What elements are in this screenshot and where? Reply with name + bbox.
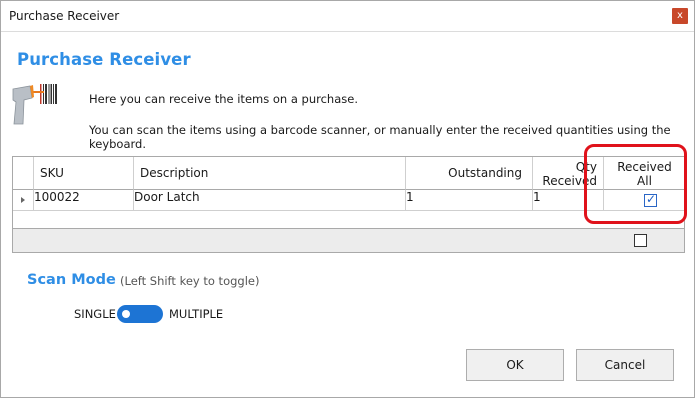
highlight-annotation (584, 144, 687, 224)
row-indicator-header (13, 157, 34, 190)
close-button[interactable]: x (672, 8, 688, 24)
page-title: Purchase Receiver (17, 50, 191, 69)
scan-mode-multiple-label: MULTIPLE (169, 307, 224, 321)
cell-sku[interactable]: 100022 (34, 190, 134, 211)
scan-mode-hint: (Left Shift key to toggle) (120, 274, 260, 288)
purchase-receiver-window: Purchase Receiver x Purchase Receiver He… (0, 0, 695, 398)
row-pointer-icon (21, 197, 25, 203)
column-header-outstanding[interactable]: Outstanding (406, 157, 533, 190)
row-indicator[interactable] (13, 190, 34, 211)
info-text-1: Here you can receive the items on a purc… (89, 92, 358, 106)
window-title: Purchase Receiver (9, 9, 120, 23)
scan-mode-toggle[interactable] (117, 305, 163, 323)
cell-description[interactable]: Door Latch (134, 190, 406, 211)
grid-footer-row (13, 228, 684, 252)
title-bar: Purchase Receiver x (1, 1, 694, 31)
scan-mode-single-label: SINGLE (74, 307, 116, 321)
scan-mode-title: Scan Mode (27, 272, 116, 288)
column-header-description[interactable]: Description (134, 157, 406, 190)
cell-outstanding[interactable]: 1 (406, 190, 533, 211)
column-header-sku[interactable]: SKU (34, 157, 134, 190)
toggle-knob (122, 310, 130, 318)
barcode-scanner-icon (12, 84, 57, 125)
received-all-footer-checkbox[interactable] (634, 234, 647, 247)
ok-button[interactable]: OK (466, 349, 564, 381)
title-separator (1, 31, 694, 32)
cancel-button[interactable]: Cancel (576, 349, 674, 381)
